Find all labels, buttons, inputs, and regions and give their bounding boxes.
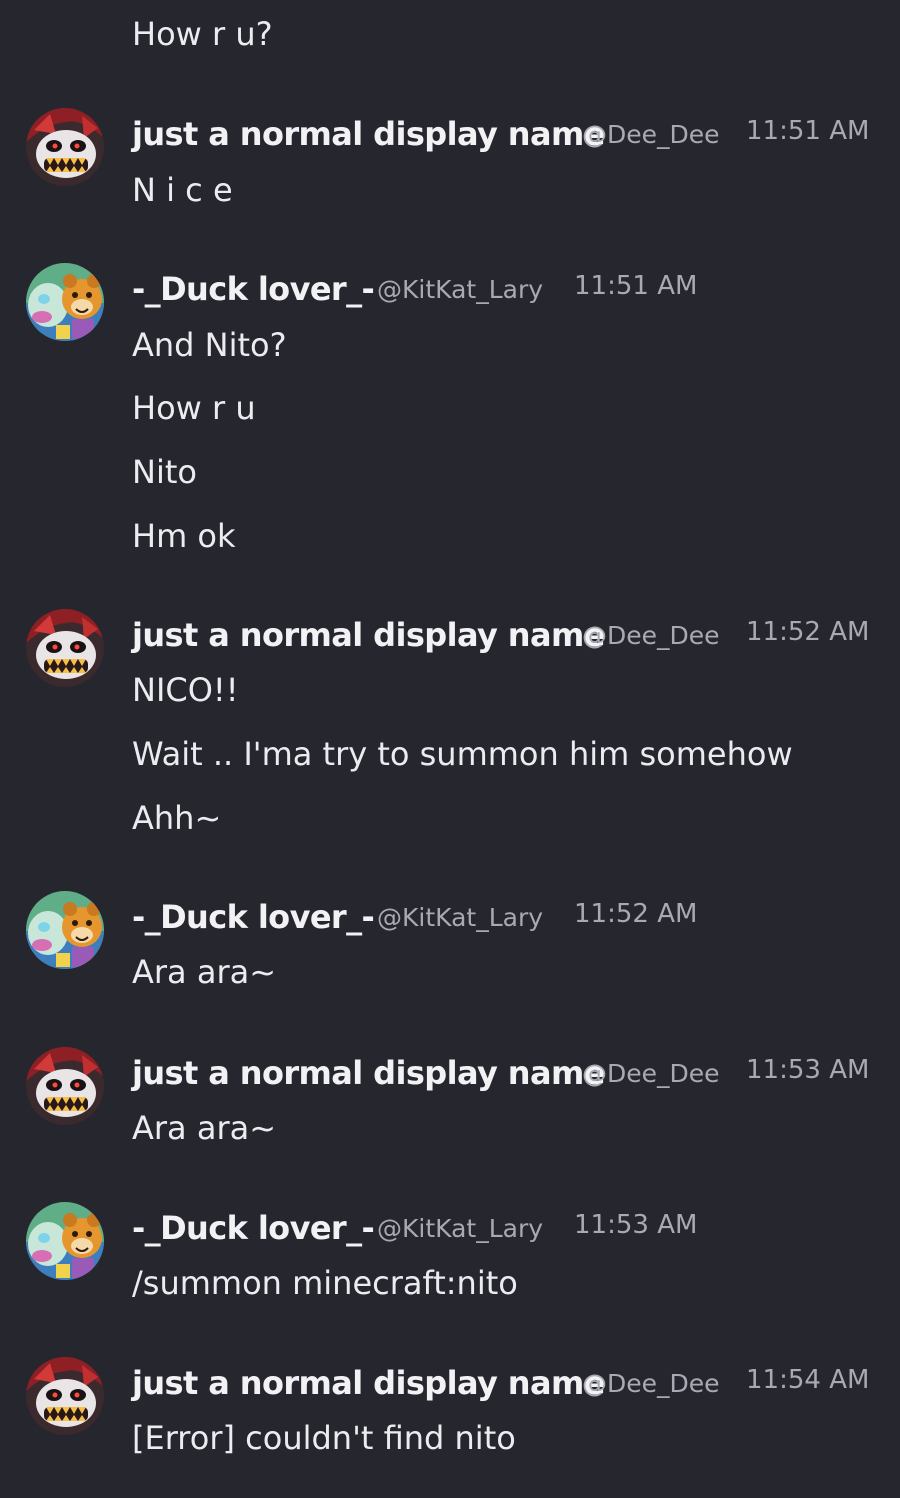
animatronic-bear-duck-avatar-icon[interactable] (26, 263, 104, 341)
author-handle[interactable]: @Dee_Dee (582, 118, 725, 152)
message-header: -_Duck lover_- @KitKat_Lary 11:51 AM (132, 267, 882, 311)
message-timestamp: 11:52 AM (746, 617, 870, 647)
author-display-name[interactable]: just a normal display name (132, 112, 605, 156)
message-timestamp: 11:51 AM (574, 271, 698, 301)
message-text: Ara ara~ (132, 953, 277, 991)
author-display-name[interactable]: just a normal display name (132, 613, 605, 657)
message-header: just a normal display name @Dee_Dee 11:52 … (132, 613, 882, 657)
author-handle[interactable]: @KitKat_Lary (377, 1212, 567, 1246)
message-text: N i c e (132, 171, 233, 209)
message-timestamp: 11:52 AM (574, 899, 698, 929)
message-timestamp: 11:53 AM (746, 1055, 870, 1085)
message-timestamp: 11:54 AM (746, 1365, 870, 1395)
message-header: just a normal display name @Dee_Dee 11:51 … (132, 112, 882, 156)
red-black-animatronic-avatar-icon[interactable] (26, 1047, 104, 1125)
author-handle[interactable]: @Dee_Dee (582, 1367, 725, 1401)
message-text: Hm ok (132, 517, 236, 555)
author-display-name[interactable]: just a normal display name (132, 1361, 605, 1405)
author-display-name[interactable]: -_Duck lover_- (132, 895, 375, 939)
author-display-name[interactable]: -_Duck lover_- (132, 1206, 375, 1250)
message-text: Nito (132, 453, 197, 491)
message-timestamp: 11:53 AM (574, 1210, 698, 1240)
chat-message-list[interactable]: How r u? just a normal display name @Dee_… (0, 0, 900, 1498)
author-handle[interactable]: @KitKat_Lary (377, 273, 567, 307)
message-text: [Error] couldn't find nito (132, 1419, 516, 1457)
message-text: Ahh~ (132, 799, 222, 837)
author-handle[interactable]: @Dee_Dee (582, 619, 725, 653)
message-text: /summon minecraft:nito (132, 1264, 518, 1302)
red-black-animatronic-avatar-icon[interactable] (26, 609, 104, 687)
message-text: Ara ara~ (132, 1109, 277, 1147)
message-text: Wait .. I'ma try to summon him somehow (132, 735, 793, 773)
message-text: How r u (132, 389, 256, 427)
message-text: And Nito? (132, 326, 287, 364)
author-display-name[interactable]: just a normal display name (132, 1051, 605, 1095)
message-text: How r u? (132, 15, 273, 53)
message-header: just a normal display name @Dee_Dee 11:53 … (132, 1051, 882, 1095)
animatronic-bear-duck-avatar-icon[interactable] (26, 1202, 104, 1280)
author-handle[interactable]: @KitKat_Lary (377, 901, 567, 935)
message-timestamp: 11:51 AM (746, 116, 870, 146)
message-header: just a normal display name @Dee_Dee 11:54 … (132, 1361, 882, 1405)
message-header: -_Duck lover_- @KitKat_Lary 11:53 AM (132, 1206, 882, 1250)
animatronic-bear-duck-avatar-icon[interactable] (26, 891, 104, 969)
message-text: NICO!! (132, 671, 239, 709)
author-handle[interactable]: @Dee_Dee (582, 1057, 725, 1091)
author-display-name[interactable]: -_Duck lover_- (132, 267, 375, 311)
message-header: -_Duck lover_- @KitKat_Lary 11:52 AM (132, 895, 882, 939)
red-black-animatronic-avatar-icon[interactable] (26, 1357, 104, 1435)
red-black-animatronic-avatar-icon[interactable] (26, 108, 104, 186)
